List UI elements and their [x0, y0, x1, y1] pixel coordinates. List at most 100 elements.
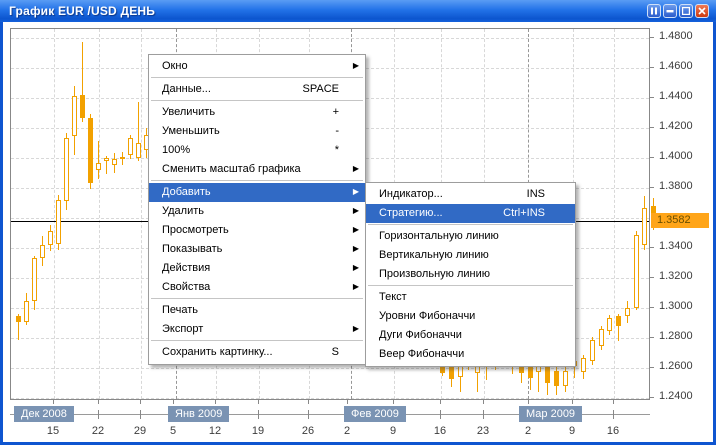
menu-item-label: Окно [162, 57, 188, 76]
time-tick [98, 400, 99, 404]
candle-bull [581, 358, 586, 372]
chart-window: График EUR /USD ДЕНЬ [0, 0, 716, 445]
date-label: 12 [202, 425, 228, 437]
menu-item[interactable]: Уменьшить - [149, 122, 365, 141]
vertical-gridline [54, 29, 55, 399]
menu-item[interactable]: Свойства▶ [149, 278, 365, 297]
month-badge: Дек 2008 [14, 406, 74, 422]
menu-item[interactable]: Сменить масштаб графика▶ [149, 160, 365, 179]
price-tick [650, 367, 654, 368]
time-tick [53, 400, 54, 404]
price-tick [650, 127, 654, 128]
menu-item[interactable]: Удалить▶ [149, 202, 365, 221]
submenu-arrow-icon: ▶ [353, 320, 359, 339]
vertical-gridline [614, 29, 615, 399]
title-bar[interactable]: График EUR /USD ДЕНЬ [0, 0, 716, 22]
time-tick [572, 400, 573, 404]
menu-item[interactable]: Экспорт▶ [149, 320, 365, 339]
menu-item-label: Сменить масштаб графика [162, 160, 301, 179]
menu-item[interactable]: Дуги Фибоначчи [366, 326, 575, 345]
date-label: 9 [559, 425, 585, 437]
time-tick [393, 400, 394, 404]
menu-item-label: Вертикальную линию [379, 246, 489, 265]
candle-bull [128, 138, 133, 155]
chart-context-menu: Окно▶Данные...SPACEУвеличить+Уменьшить-1… [148, 54, 366, 365]
menu-item[interactable]: 100%* [149, 141, 365, 160]
time-tick [613, 410, 614, 419]
price-tick [650, 187, 654, 188]
candle-bull [607, 318, 612, 331]
time-tick [98, 410, 99, 419]
date-label: 26 [295, 425, 321, 437]
window-controls [647, 4, 709, 18]
menu-item[interactable]: Окно ▶ [149, 57, 365, 76]
candle-bear [80, 95, 85, 118]
menu-item[interactable]: Сохранить картинку...S [149, 343, 365, 362]
price-label: 1.3800 [659, 180, 693, 192]
menu-item[interactable]: Уровни Фибоначчи [366, 307, 575, 326]
menu-item-label: Печать [162, 301, 198, 320]
submenu-arrow-icon: ▶ [353, 202, 359, 221]
menu-item[interactable]: Добавить▶ [149, 183, 365, 202]
price-label: 1.2800 [659, 330, 693, 342]
vertical-gridline [99, 29, 100, 399]
price-label: 1.4000 [659, 150, 693, 162]
menu-item[interactable]: Печать [149, 301, 365, 320]
candle-bull [64, 138, 69, 201]
menu-item-label: Действия [162, 259, 210, 278]
menu-item-shortcut: SPACE [303, 80, 339, 99]
submenu-arrow-icon: ▶ [353, 183, 359, 202]
date-label: 16 [600, 425, 626, 437]
candle-bear [616, 316, 621, 326]
menu-item[interactable]: Показывать▶ [149, 240, 365, 259]
menu-item[interactable]: Просмотреть▶ [149, 221, 365, 240]
pause-button[interactable] [647, 4, 661, 18]
menu-item-label: 100% [162, 141, 190, 160]
price-tick [650, 97, 654, 98]
candle-bull [120, 157, 125, 159]
time-tick [258, 410, 259, 419]
candle-bull [634, 235, 639, 308]
candle-bull [96, 163, 101, 170]
submenu-arrow-icon: ▶ [353, 57, 359, 76]
menu-item-label: Уменьшить [162, 122, 220, 141]
menu-item-label: Дуги Фибоначчи [379, 326, 462, 345]
menu-item-shortcut: - [335, 122, 339, 141]
menu-item[interactable]: Индикатор...INS [366, 185, 575, 204]
price-tick [650, 307, 654, 308]
menu-item[interactable]: Вертикальную линию [366, 246, 575, 265]
price-tick [650, 37, 654, 38]
menu-item-shortcut: + [333, 103, 339, 122]
price-tick [650, 157, 654, 158]
close-button[interactable] [695, 4, 709, 18]
menu-item-label: Свойства [162, 278, 210, 297]
candle-bull [112, 159, 117, 165]
menu-item[interactable]: Текст [366, 288, 575, 307]
submenu-arrow-icon: ▶ [353, 259, 359, 278]
close-icon [698, 7, 706, 15]
menu-item[interactable]: Горизонтальную линию [366, 227, 575, 246]
add-submenu: Индикатор...INSСтратегию...Ctrl+INS Гориз… [365, 182, 576, 367]
minimize-button[interactable] [663, 4, 677, 18]
menu-item[interactable]: Увеличить + [149, 103, 365, 122]
minimize-icon [666, 7, 674, 15]
menu-item-label: Показывать [162, 240, 222, 259]
menu-item[interactable]: Действия ▶ [149, 259, 365, 278]
menu-item[interactable]: Произвольную линию [366, 265, 575, 284]
maximize-button[interactable] [679, 4, 693, 18]
date-label: 22 [85, 425, 111, 437]
price-label: 1.3200 [659, 270, 693, 282]
menu-item-label: Увеличить [162, 103, 215, 122]
window-title: График EUR /USD ДЕНЬ [0, 4, 155, 18]
menu-item-label: Уровни Фибоначчи [379, 307, 475, 326]
menu-item-shortcut: S [332, 343, 339, 362]
horizontal-gridline [11, 398, 649, 399]
date-label: 2 [334, 425, 360, 437]
candle-bull [590, 340, 595, 361]
menu-item[interactable]: Данные... SPACE [149, 80, 365, 99]
menu-item-shortcut: INS [527, 185, 545, 204]
menu-item[interactable]: Веер Фибоначчи [366, 345, 575, 364]
time-tick [308, 400, 309, 404]
menu-item-label: Данные... [162, 80, 211, 99]
menu-item[interactable]: Стратегию...Ctrl+INS [366, 204, 575, 223]
